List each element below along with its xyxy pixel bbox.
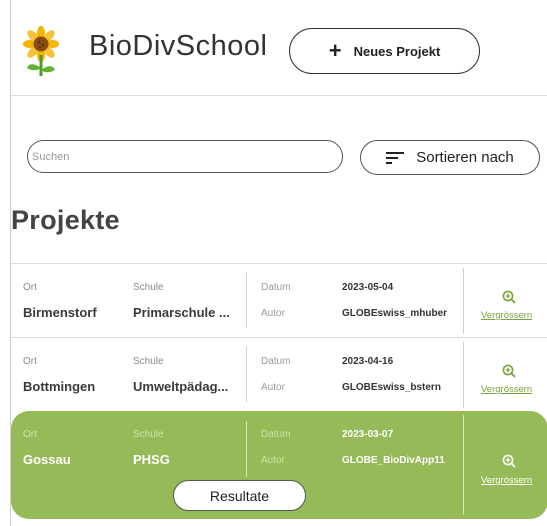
datum-value: 2023-05-04 [342,282,394,293]
results-button[interactable]: Resultate [173,480,306,511]
autor-label: Autor [261,455,285,466]
datum-label: Datum [261,429,291,440]
zoom-link[interactable]: Vergrössern [481,384,532,395]
ort-label: Ort [23,429,37,440]
sort-label: Sortieren nach [416,149,514,166]
zoom-in-icon[interactable] [502,290,516,304]
ort-label: Ort [23,356,37,367]
zoom-in-icon[interactable] [502,364,516,378]
autor-value: GLOBEswiss_mhuber [342,308,448,319]
sort-button[interactable]: Sortieren nach [360,140,540,175]
datum-value: 2023-03-07 [342,429,394,440]
schule-value: Umweltpädag... [133,379,229,394]
new-project-button[interactable]: + Neues Projekt [289,28,480,74]
project-row[interactable]: Ort Bottmingen Schule Umweltpädag... Dat… [11,337,547,411]
column-divider [246,421,247,477]
ort-value: Birmenstorf [23,305,97,320]
project-row-selected[interactable]: Ort Gossau Schule PHSG Datum 2023-03-07 … [11,411,547,519]
ort-value: Bottmingen [23,379,96,394]
plus-icon: + [328,38,342,63]
schule-value: Primarschule ... [133,305,230,320]
autor-label: Autor [261,382,285,393]
app-title: BioDivSchool [89,30,268,62]
ort-label: Ort [23,282,37,293]
autor-label: Autor [261,308,285,319]
zoom-in-icon[interactable] [502,454,516,468]
sort-lines-icon [386,151,405,164]
autor-value: GLOBEswiss_bstern [342,382,441,393]
column-divider [246,272,247,328]
sunflower-icon [23,26,59,76]
project-row[interactable]: Ort Birmenstorf Schule Primarschule ... … [11,263,547,337]
schule-label: Schule [133,429,164,440]
app-frame: BioDivSchool + Neues Projekt Sortieren n… [10,0,547,526]
schule-value: PHSG [133,452,170,467]
search-input[interactable] [27,140,343,173]
zoom-link[interactable]: Vergrössern [481,475,532,486]
header: BioDivSchool + Neues Projekt [11,0,547,96]
schule-label: Schule [133,282,164,293]
column-divider [463,268,464,334]
ort-value: Gossau [23,452,71,467]
datum-label: Datum [261,356,291,367]
datum-label: Datum [261,282,291,293]
autor-value: GLOBE_BioDivApp11 [342,455,445,466]
zoom-link[interactable]: Vergrössern [481,310,532,321]
column-divider [463,342,464,408]
page-title: Projekte [11,205,120,235]
new-project-label: Neues Projekt [353,43,441,59]
column-divider [246,346,247,402]
datum-value: 2023-04-16 [342,356,394,367]
schule-label: Schule [133,356,164,367]
column-divider [463,415,464,515]
